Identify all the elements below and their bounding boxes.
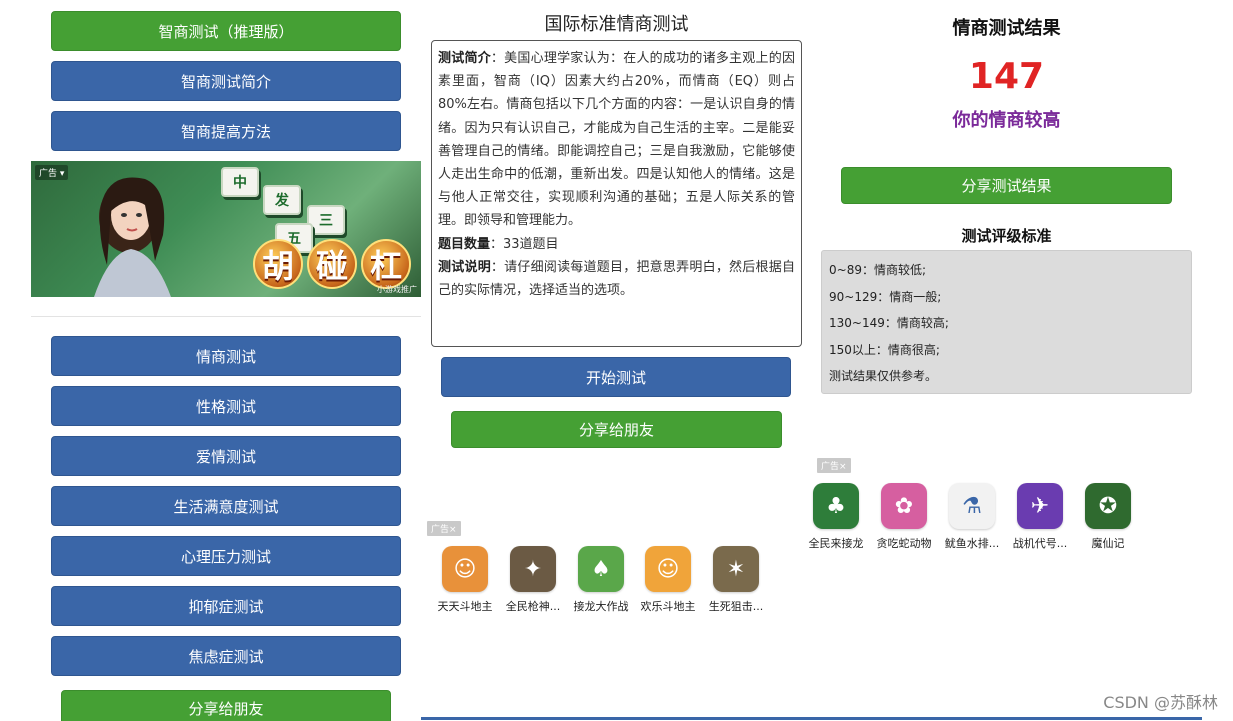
share-to-friend-button[interactable]: 分享给朋友 <box>61 690 391 721</box>
app-label: 全民枪神... <box>505 600 561 613</box>
mahjong-tile: 中 <box>221 167 259 197</box>
banner-source-label: 小游戏推广 <box>377 285 417 294</box>
anxiety-test-button[interactable]: 焦虑症测试 <box>51 636 401 676</box>
life-satisfaction-test-button[interactable]: 生活满意度测试 <box>51 486 401 526</box>
mahjong-tile: 发 <box>263 185 301 215</box>
score-value: 147 <box>968 56 1045 97</box>
app-label: 生死狙击... <box>708 600 764 613</box>
character-illustration <box>94 177 171 297</box>
app-icon: ♠ <box>578 546 624 592</box>
count-text: ：33道题目 <box>490 236 559 252</box>
app-icon: ⚗ <box>949 483 995 529</box>
app-label: 魔仙记 <box>1091 537 1125 550</box>
app-item[interactable]: ☺ 欢乐斗地主 <box>635 546 701 614</box>
rating-line: 测试结果仅供参考。 <box>829 369 938 383</box>
watermark: CSDN @苏酥林 <box>1103 693 1218 712</box>
app-item[interactable]: ✶ 生死狙击... <box>703 546 769 614</box>
app-label: 欢乐斗地主 <box>640 600 696 613</box>
personality-test-button[interactable]: 性格测试 <box>51 386 401 426</box>
rating-line: 0~89：情商较低; <box>829 263 927 277</box>
stress-test-button[interactable]: 心理压力测试 <box>51 536 401 576</box>
app-icon: ✶ <box>713 546 759 592</box>
app-item[interactable]: ♠ 接龙大作战 <box>568 546 634 614</box>
app-icon: ✈ <box>1017 483 1063 529</box>
start-test-button[interactable]: 开始测试 <box>441 357 791 397</box>
iq-test-intro-button[interactable]: 智商测试简介 <box>51 61 401 101</box>
banner-word: 碰 <box>307 239 357 289</box>
score-description: 你的情商较高 <box>952 110 1061 131</box>
intro-label: 测试简介 <box>438 51 491 66</box>
divider <box>31 316 421 317</box>
ad-tag[interactable]: 广告× <box>817 458 851 473</box>
bottom-border <box>421 717 1202 720</box>
banner-word: 胡 <box>253 239 303 289</box>
app-icon: ♣ <box>813 483 859 529</box>
result-title: 情商测试结果 <box>952 18 1061 39</box>
note-label: 测试说明 <box>438 259 491 275</box>
app-icon: ✿ <box>881 483 927 529</box>
rating-line: 150以上：情商很高; <box>829 342 940 357</box>
app-item[interactable]: ⚗ 鱿鱼水排... <box>939 483 1005 551</box>
app-label: 接龙大作战 <box>573 600 629 613</box>
app-icon: ✪ <box>1085 483 1131 529</box>
ad-tag[interactable]: 广告× <box>427 521 461 536</box>
app-label: 战机代号... <box>1012 537 1068 550</box>
app-item[interactable]: ✪ 魔仙记 <box>1075 483 1141 551</box>
rating-standard-title: 测试评级标准 <box>961 227 1052 245</box>
banner-slogan: 胡 碰 杠 <box>253 239 411 289</box>
love-test-button[interactable]: 爱情测试 <box>51 436 401 476</box>
iq-improve-methods-button[interactable]: 智商提高方法 <box>51 111 401 151</box>
app-label: 贪吃蛇动物 <box>876 537 932 550</box>
app-item[interactable]: ✦ 全民枪神... <box>500 546 566 614</box>
app-item[interactable]: ✈ 战机代号... <box>1007 483 1073 551</box>
note-text: ：请仔细阅读每道题目，把意思弄明白，然后根据自己的实际情况，选择适当的选项。 <box>438 259 795 299</box>
app-icon: ☺ <box>645 546 691 592</box>
rating-line: 130~149：情商较高; <box>829 316 949 330</box>
app-label: 全民来接龙 <box>808 537 864 550</box>
app-label: 天天斗地主 <box>437 600 493 613</box>
page-title: 国际标准情商测试 <box>544 14 689 35</box>
app-item[interactable]: ♣ 全民来接龙 <box>803 483 869 551</box>
app-icon: ☺ <box>442 546 488 592</box>
app-icon: ✦ <box>510 546 556 592</box>
share-result-button[interactable]: 分享测试结果 <box>841 167 1172 204</box>
app-item[interactable]: ☺ 天天斗地主 <box>432 546 498 614</box>
rating-line: 90~129：情商一般; <box>829 289 942 304</box>
eq-test-button[interactable]: 情商测试 <box>51 336 401 376</box>
iq-test-reasoning-button[interactable]: 智商测试（推理版） <box>51 11 401 51</box>
count-label: 题目数量 <box>438 236 491 252</box>
app-label: 鱿鱼水排... <box>944 537 1000 550</box>
share-to-friend-button[interactable]: 分享给朋友 <box>451 411 782 448</box>
rating-standard-box: 0~89：情商较低; 90~129：情商一般; 130~149：情商较高; 15… <box>821 250 1192 394</box>
app-item[interactable]: ✿ 贪吃蛇动物 <box>871 483 937 551</box>
banner-word: 杠 <box>361 239 411 289</box>
game-ad-banner[interactable]: 广告 ▾ 中 发 三 五 胡 碰 杠 小游戏推广 <box>31 161 421 297</box>
depression-test-button[interactable]: 抑郁症测试 <box>51 586 401 626</box>
test-intro-box: 测试简介：美国心理学家认为：在人的成功的诸多主观上的因素里面，智商（IQ）因素大… <box>431 40 802 347</box>
intro-text: ：美国心理学家认为：在人的成功的诸多主观上的因素里面，智商（IQ）因素大约占20… <box>438 51 795 229</box>
